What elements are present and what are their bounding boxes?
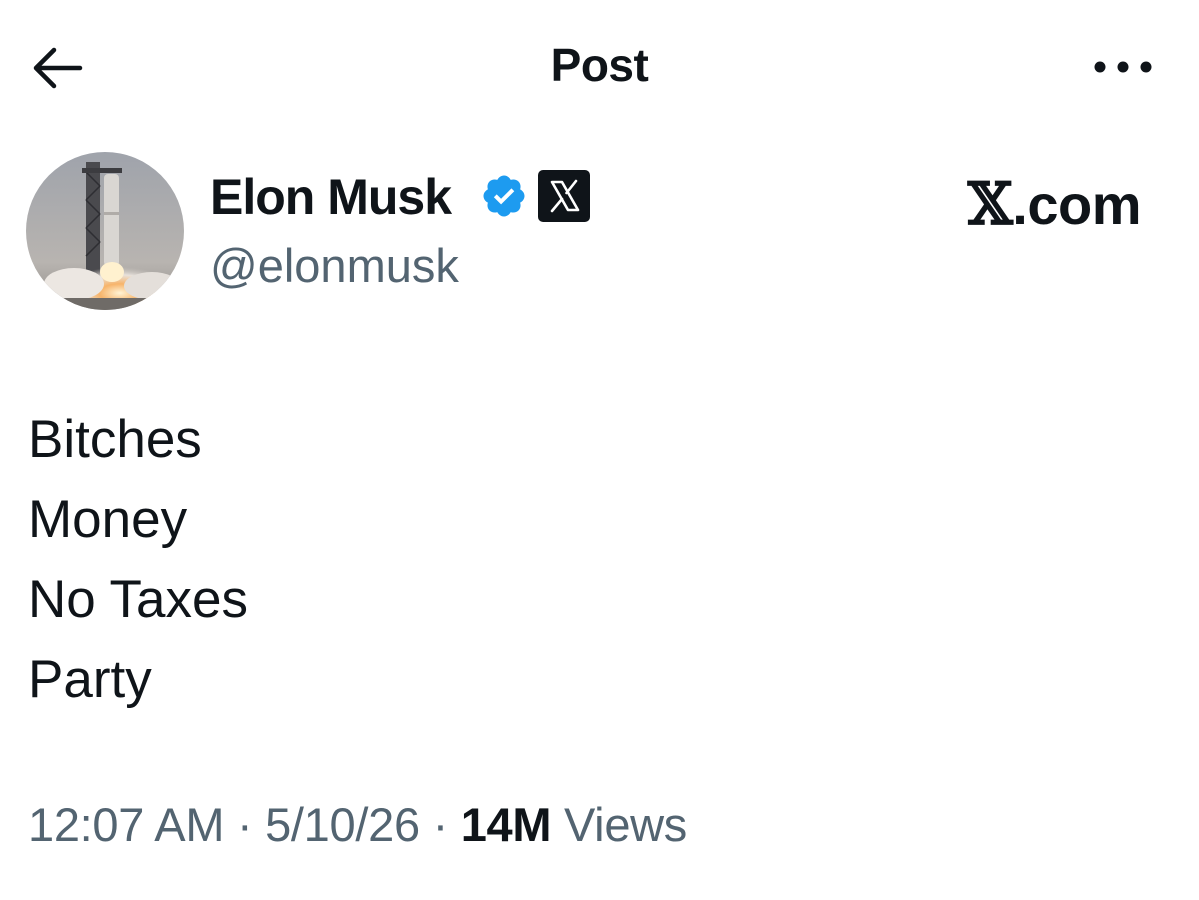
more-horizontal-icon xyxy=(1094,61,1152,73)
author-name[interactable]: Elon Musk xyxy=(210,168,452,226)
post-time[interactable]: 12:07 AM xyxy=(28,798,224,851)
post-date[interactable]: 5/10/26 xyxy=(265,798,420,851)
meta-separator: · xyxy=(236,798,253,851)
watermark-suffix: .com xyxy=(1012,173,1141,236)
x-com-watermark: 𝕏 .com xyxy=(967,170,1142,238)
post-line: Bitches xyxy=(28,410,202,469)
more-options-button[interactable] xyxy=(1083,52,1153,82)
author-handle[interactable]: @elonmusk xyxy=(210,238,459,293)
views-label[interactable]: Views xyxy=(564,798,687,851)
verified-badge-icon[interactable] xyxy=(480,172,528,220)
post-page: Post Elon Musk @elonmusk 𝕏 .com Bitches … xyxy=(0,0,1199,900)
views-count[interactable]: 14M xyxy=(461,798,552,851)
post-line: No Taxes xyxy=(28,570,248,629)
meta-separator: · xyxy=(432,798,449,851)
post-meta: 12:07 AM · 5/10/26 · 14M Views xyxy=(28,797,687,852)
post-text: Bitches Money No Taxes Party xyxy=(28,400,248,720)
post-line: Party xyxy=(28,650,152,709)
post-line: Money xyxy=(28,490,188,549)
page-title: Post xyxy=(550,39,649,91)
rocket-launch-avatar-image xyxy=(26,152,184,310)
x-logo-icon[interactable] xyxy=(538,170,590,222)
avatar[interactable] xyxy=(26,152,184,310)
watermark-x-letter: 𝕏 xyxy=(967,170,1013,238)
